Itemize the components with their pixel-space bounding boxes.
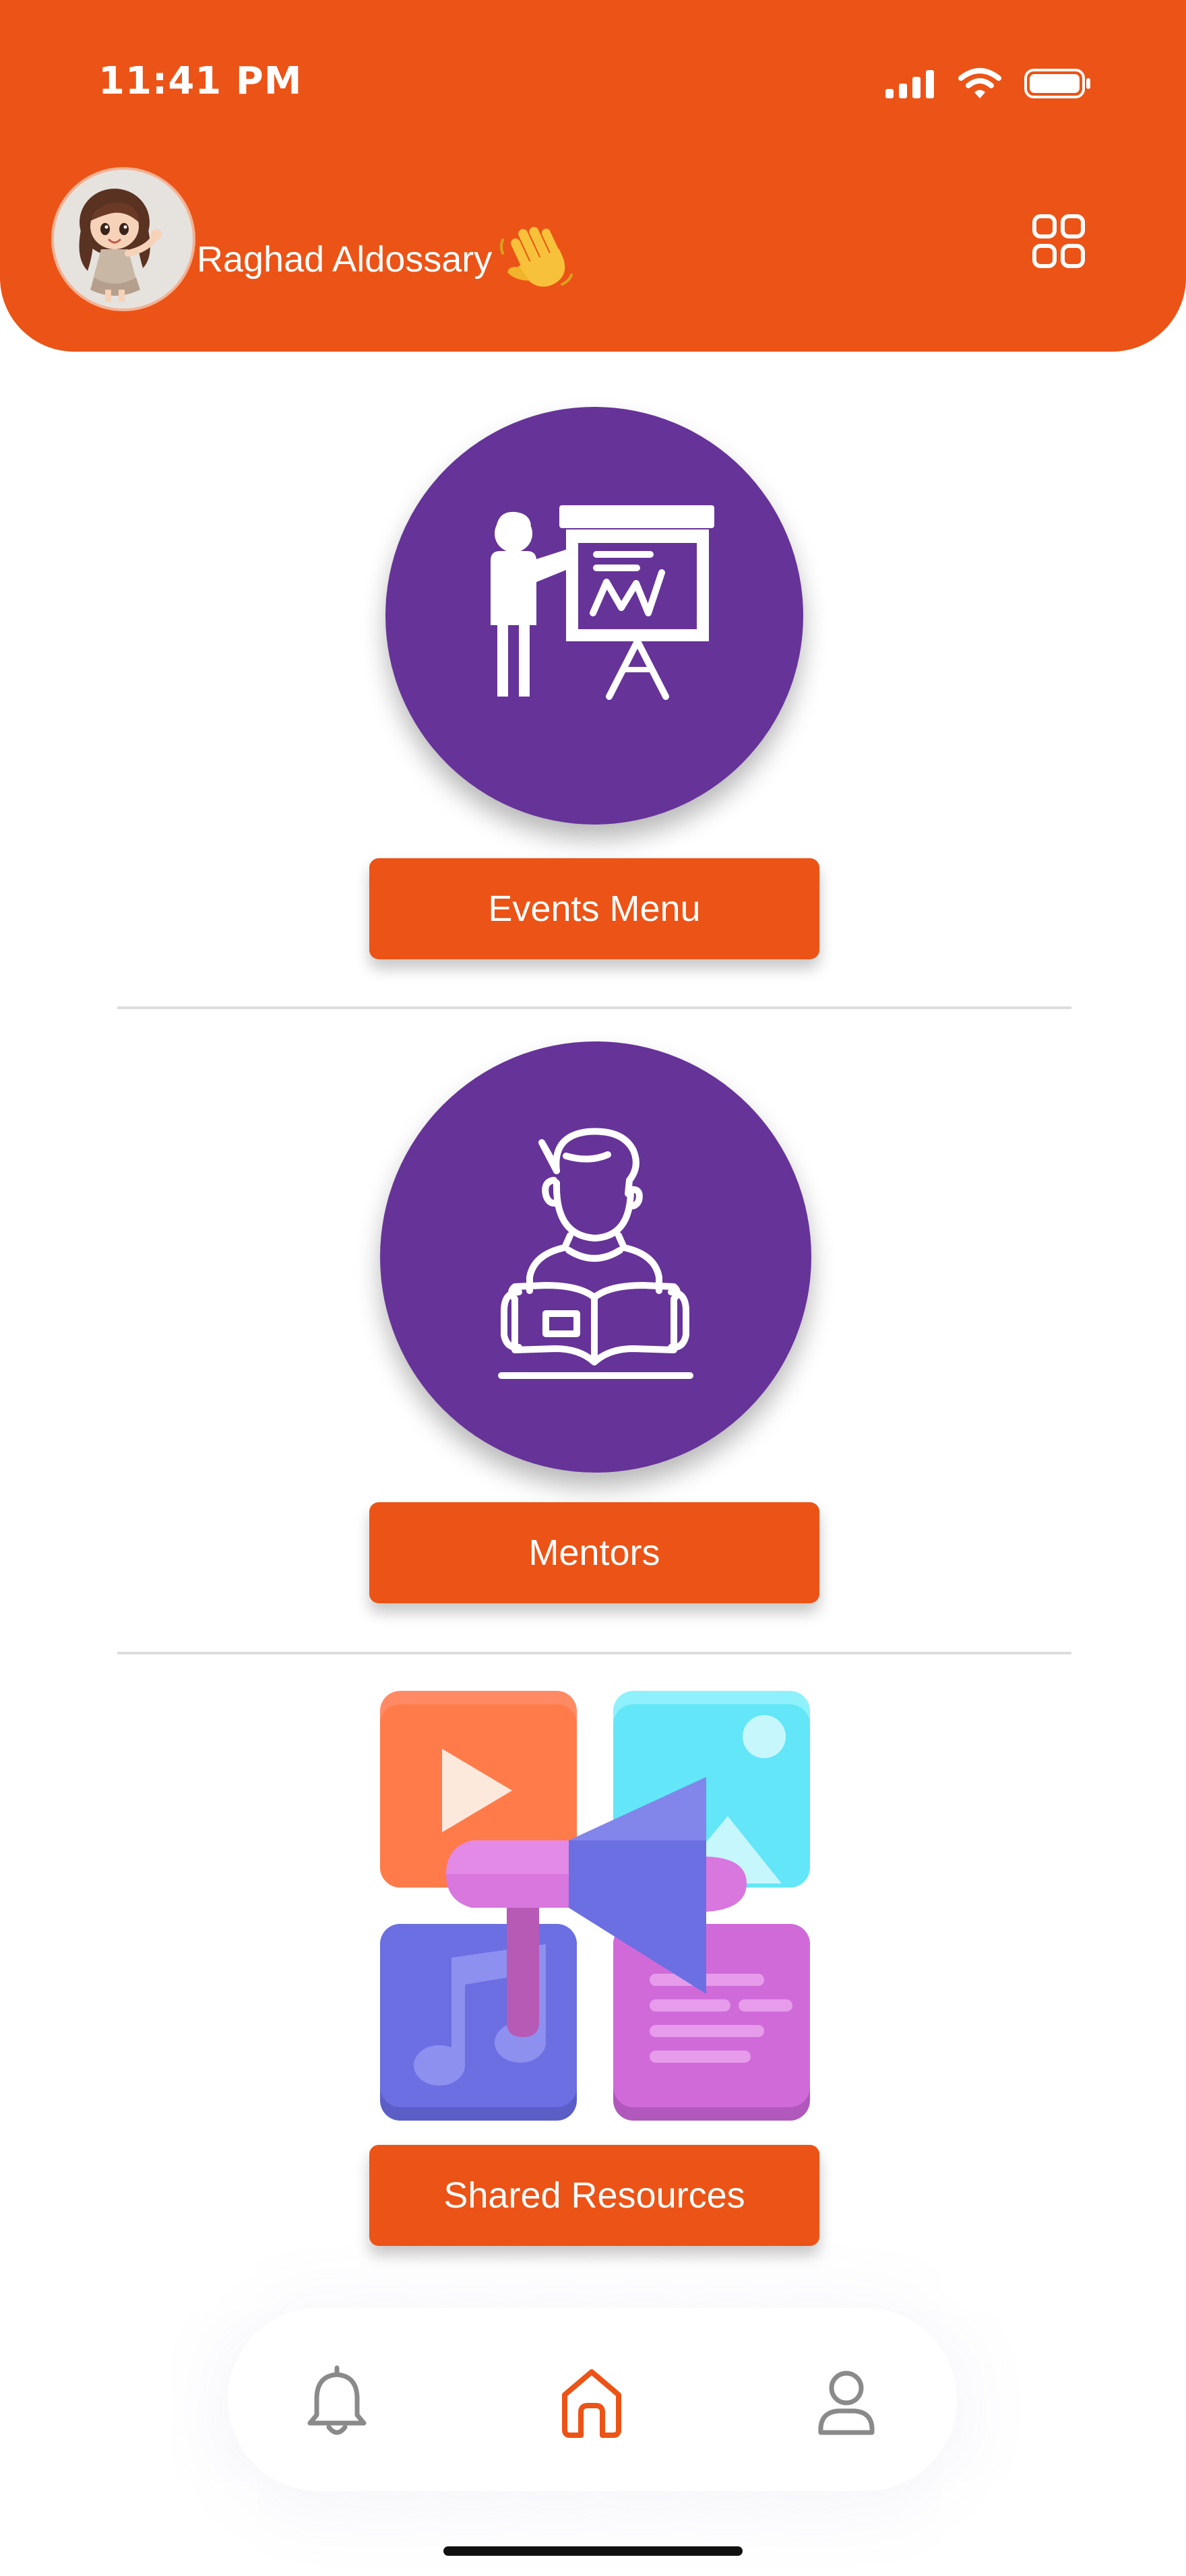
media-megaphone-icon[interactable] — [377, 1688, 815, 2126]
presentation-icon — [491, 505, 714, 700]
section-divider — [117, 1652, 1071, 1654]
waving-hand-icon — [500, 226, 573, 287]
home-icon — [562, 2369, 621, 2438]
avatar[interactable] — [51, 167, 195, 311]
mentors-circle[interactable] — [380, 1041, 811, 1473]
mentor-reading-icon — [498, 1128, 693, 1379]
home-indicator[interactable] — [443, 2546, 743, 2556]
avatar-illustration-icon — [54, 170, 193, 309]
shared-resources-button[interactable]: Shared Resources — [369, 2145, 819, 2246]
grid-icon[interactable] — [1032, 214, 1085, 268]
header-bar: 11:41 PM Raghad Aldossary — [0, 0, 1186, 352]
nav-home[interactable] — [551, 2362, 632, 2443]
events-menu-button[interactable]: Events Menu — [369, 858, 819, 959]
battery-icon — [1024, 69, 1090, 98]
user-name: Raghad Aldossary — [197, 239, 493, 280]
home-screen: 11:41 PM Raghad Aldossary Events Menu Me… — [0, 0, 1186, 2576]
mentors-button[interactable]: Mentors — [369, 1502, 819, 1603]
wifi-icon — [958, 68, 1001, 98]
nav-profile[interactable] — [806, 2362, 887, 2443]
events-circle[interactable] — [385, 407, 803, 825]
user-icon — [818, 2371, 875, 2435]
bottom-nav — [228, 2308, 957, 2491]
signal-icon — [885, 70, 934, 98]
status-time: 11:41 PM — [98, 59, 303, 103]
status-icons — [885, 62, 1092, 105]
bell-icon — [307, 2365, 367, 2435]
nav-notifications[interactable] — [296, 2362, 377, 2443]
section-divider — [117, 1006, 1071, 1009]
